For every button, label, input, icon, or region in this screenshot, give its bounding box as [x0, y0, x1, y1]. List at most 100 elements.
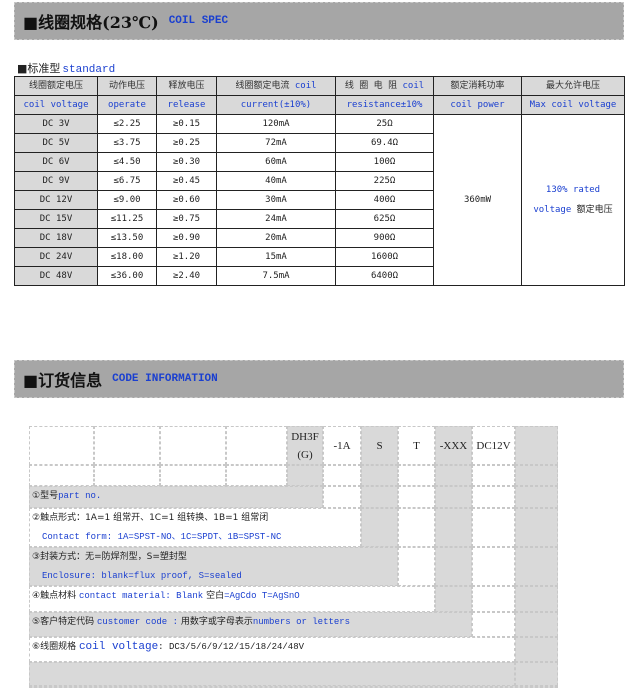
code-part-extra-cont	[515, 637, 558, 662]
subtitle-en: standard	[62, 64, 116, 76]
code-dh3f: DH3F	[291, 430, 319, 443]
cell-voltage: DC 6V	[14, 152, 98, 172]
cell-current: 30mA	[216, 190, 336, 210]
code-part-text: DC12V	[476, 439, 511, 452]
code-part-enclosure-cont	[361, 508, 398, 547]
code-part-extra	[515, 426, 558, 465]
code-part-extra-cont	[515, 486, 558, 508]
item-en2: numbers or letters	[252, 617, 351, 627]
code-item-1: ①型号part no.	[29, 486, 323, 508]
header-operate: 动作电压	[97, 76, 157, 96]
cell-operate: ≤18.00	[97, 247, 157, 267]
code-part-voltage-cont	[472, 612, 515, 637]
item-cn2: 空白	[206, 591, 225, 601]
code-part-contact-cont	[323, 486, 361, 508]
code-part-extra-cont	[515, 465, 558, 486]
cell-operate: ≤6.75	[97, 171, 157, 191]
code-item-6: ⑥线圈规格 coil voltage: DC3/5/6/9/12/15/18/2…	[29, 637, 515, 662]
cell-operate: ≤13.50	[97, 228, 157, 248]
header-voltage: 线圈额定电压	[14, 76, 98, 96]
code-item-3: ③封装方式：无=防焊剂型，S=塑封型 Enclosure: blank=flux …	[29, 547, 398, 586]
code-part-customer-cont	[435, 486, 472, 508]
header-resistance: 线 圈 电 阻 coil	[335, 76, 434, 96]
code-item-5: ⑤客户特定代码 customer code : 用数字或字母表示numbers …	[29, 612, 472, 637]
code-part-text: -1A	[333, 439, 351, 452]
cell-release: ≥0.75	[156, 209, 217, 229]
cell-voltage: DC 15V	[14, 209, 98, 229]
cell-voltage: DC 24V	[14, 247, 98, 267]
item-rest: : DC3/5/6/9/12/15/18/24/48V	[158, 642, 304, 652]
code-part-text: S	[376, 439, 383, 452]
code-part-extra-cont	[515, 662, 558, 686]
item-cn2: 用数字或字母表示	[180, 617, 253, 627]
code-part-customer-cont	[435, 586, 472, 612]
cell-operate: ≤3.75	[97, 133, 157, 153]
cell-current: 15mA	[216, 247, 336, 267]
code-part-text: -XXX	[439, 439, 468, 452]
cell-current: 20mA	[216, 228, 336, 248]
cell-operate: ≤36.00	[97, 266, 157, 286]
item-label: ①型号	[32, 491, 59, 501]
code-part-contact-cont	[323, 465, 361, 486]
cell-release: ≥0.90	[156, 228, 217, 248]
item-en2: =AgCdo T=AgSnO	[224, 591, 300, 601]
code-part-customer: -XXX	[435, 426, 472, 465]
grid-empty-cell	[94, 465, 160, 486]
cell-resistance: 400Ω	[335, 190, 434, 210]
max-voltage-cn: 额定电压	[576, 205, 613, 215]
header-operate-en: operate	[97, 95, 157, 115]
grid-empty-cell	[160, 426, 226, 465]
cell-resistance: 900Ω	[335, 228, 434, 248]
header-current: 线圈额定电流 coil	[216, 76, 336, 96]
cell-release: ≥2.40	[156, 266, 217, 286]
cell-voltage: DC 5V	[14, 133, 98, 153]
grid-empty-cell	[29, 465, 94, 486]
item-en: Contact form: 1A=SPST-NO、1C=SPDT、1B=SPST…	[42, 532, 282, 542]
grid-empty-cell	[226, 465, 287, 486]
code-g: (G)	[297, 448, 313, 461]
cell-current: 72mA	[216, 133, 336, 153]
code-part-extra-cont	[515, 547, 558, 586]
code-part-dh3f-cont	[287, 465, 323, 486]
cell-operate: ≤11.25	[97, 209, 157, 229]
subtitle-cn: ■标准型	[17, 62, 61, 75]
code-part-material-cont	[398, 547, 435, 586]
item-en: part no.	[58, 491, 102, 501]
code-part-extra-cont	[515, 586, 558, 612]
item-en: coil voltage	[78, 641, 159, 653]
grid-empty-cell	[160, 465, 226, 486]
code-part-text: T	[413, 439, 420, 452]
cell-operate: ≤9.00	[97, 190, 157, 210]
cell-coil-power: 360mW	[433, 114, 522, 286]
header-release-en: release	[156, 95, 217, 115]
code-part-material-cont	[398, 486, 435, 508]
grid-empty-cell	[94, 426, 160, 465]
code-part-enclosure: S	[361, 426, 398, 465]
code-item-2: ②触点形式：1A=1 组常开、1C=1 组转换、1B=1 组常闭 Contact …	[29, 508, 361, 547]
code-part-customer-cont	[435, 547, 472, 586]
header-current-en: current(±10%)	[216, 95, 336, 115]
cell-resistance: 100Ω	[335, 152, 434, 172]
coil-spec-title: ■线圈规格(23℃)	[23, 13, 159, 32]
code-info-title-en: CODE INFORMATION	[112, 373, 218, 385]
item-en: Enclosure: blank=flux proof, S=sealed	[42, 571, 242, 581]
code-part-enclosure-cont	[361, 465, 398, 486]
cell-voltage: DC 48V	[14, 266, 98, 286]
header-release: 释放电压	[156, 76, 217, 96]
cell-release: ≥1.20	[156, 247, 217, 267]
grid-empty-cell	[226, 426, 287, 465]
item-label: ⑥线圈规格	[32, 642, 77, 652]
cell-voltage: DC 3V	[14, 114, 98, 134]
cell-resistance: 625Ω	[335, 209, 434, 229]
item-label: ⑤客户特定代码	[32, 617, 95, 627]
item-en: contact material: Blank	[78, 591, 204, 601]
cell-resistance: 1600Ω	[335, 247, 434, 267]
cell-current: 120mA	[216, 114, 336, 134]
item-label: ②触点形式：1A=1 组常开、1C=1 组转换、1B=1 组常闭	[32, 513, 269, 523]
cell-resistance: 25Ω	[335, 114, 434, 134]
code-part-voltage-cont	[472, 586, 515, 612]
table-row: DC 3V ≤2.25 ≥0.15 120mA 25Ω 360mW 130% rated vo…	[14, 114, 625, 286]
header-max-voltage-en: Max coil voltage	[521, 95, 625, 115]
code-part-material: T	[398, 426, 435, 465]
cell-voltage: DC 18V	[14, 228, 98, 248]
